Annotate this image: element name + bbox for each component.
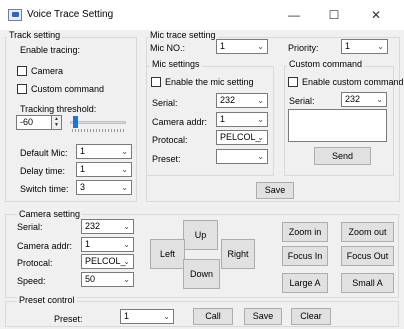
app-icon xyxy=(8,9,22,21)
enable-custom-command-label: Enable custom command xyxy=(302,77,404,87)
preset-clear-button[interactable]: Clear xyxy=(291,308,331,325)
send-button[interactable]: Send xyxy=(314,147,371,165)
mic-serial-select[interactable]: 232 ⌄ xyxy=(216,93,268,108)
mic-camera-addr-label: Camera addr: xyxy=(152,117,208,127)
preset-select[interactable]: 1 ⌄ xyxy=(120,309,174,324)
delay-time-select[interactable]: 1 ⌄ xyxy=(76,162,132,177)
custom-command-legend: Custom command xyxy=(287,59,365,69)
track-setting-legend: Track setting xyxy=(7,30,63,40)
chevron-down-icon: ⌄ xyxy=(163,312,170,321)
threshold-slider-ticks xyxy=(72,129,125,132)
default-mic-label: Default Mic: xyxy=(20,148,68,158)
custom-command-checkbox[interactable] xyxy=(17,84,27,94)
zoom-out-button[interactable]: Zoom out xyxy=(341,222,394,242)
switch-time-select[interactable]: 3 ⌄ xyxy=(76,180,132,195)
preset-label: Preset: xyxy=(54,314,83,324)
chevron-down-icon: ⌄ xyxy=(376,95,383,104)
chevron-down-icon: ⌄ xyxy=(123,222,130,231)
mic-save-button[interactable]: Save xyxy=(256,182,294,199)
enable-custom-command-checkbox[interactable] xyxy=(288,77,298,87)
chevron-down-icon: ⌄ xyxy=(257,152,264,161)
mic-camera-addr-select[interactable]: 1 ⌄ xyxy=(216,112,268,127)
ptz-up-button[interactable]: Up xyxy=(183,220,218,250)
spin-down-icon[interactable]: ▼ xyxy=(52,122,61,128)
preset-save-button[interactable]: Save xyxy=(244,308,282,325)
mic-preset-label: Preset: xyxy=(152,154,181,164)
tracking-threshold-label: Tracking threshold: xyxy=(20,104,97,114)
camera-checkbox[interactable] xyxy=(17,66,27,76)
mic-no-label: Mic NO.: xyxy=(150,43,185,53)
custom-command-textarea[interactable] xyxy=(288,109,387,142)
camera-addr-select[interactable]: 1 ⌄ xyxy=(81,237,134,252)
default-mic-select[interactable]: 1 ⌄ xyxy=(76,144,132,159)
enable-mic-setting-label: Enable the mic setting xyxy=(165,77,254,87)
delay-time-label: Delay time: xyxy=(20,166,66,176)
ptz-down-button[interactable]: Down xyxy=(183,259,220,289)
focus-out-button[interactable]: Focus Out xyxy=(341,246,394,266)
title-bar[interactable]: Voice Trace Setting — ☐ ✕ xyxy=(0,0,404,30)
chevron-down-icon: ⌄ xyxy=(121,183,128,192)
custom-serial-select[interactable]: 232 ⌄ xyxy=(341,92,387,107)
camera-protocal-select[interactable]: PELCOL_ ⌄ xyxy=(81,254,134,269)
large-a-button[interactable]: Large A xyxy=(282,273,328,293)
preset-call-button[interactable]: Call xyxy=(193,308,233,325)
chevron-down-icon: ⌄ xyxy=(123,275,130,284)
enable-mic-setting-checkbox[interactable] xyxy=(151,77,161,87)
zoom-in-button[interactable]: Zoom in xyxy=(282,222,328,242)
mic-protocal-select[interactable]: PELCOL_ ⌄ xyxy=(216,130,268,145)
threshold-slider-track[interactable] xyxy=(70,121,126,124)
camera-speed-select[interactable]: 50 ⌄ xyxy=(81,272,134,287)
camera-checkbox-label: Camera xyxy=(31,66,64,76)
small-a-button[interactable]: Small A xyxy=(341,273,394,293)
camera-serial-select[interactable]: 232 ⌄ xyxy=(81,219,134,234)
chevron-down-icon: ⌄ xyxy=(121,165,128,174)
chevron-down-icon: ⌄ xyxy=(377,42,384,51)
priority-select[interactable]: 1 ⌄ xyxy=(341,39,388,54)
close-icon[interactable]: ✕ xyxy=(356,0,396,30)
priority-label: Priority: xyxy=(288,43,319,53)
chevron-down-icon: ⌄ xyxy=(257,115,264,124)
camera-protocal-label: Protocal: xyxy=(17,258,53,268)
mic-settings-legend: Mic settings xyxy=(150,59,202,69)
custom-serial-label: Serial: xyxy=(289,96,315,106)
mic-preset-select[interactable]: ⌄ xyxy=(216,149,268,164)
chevron-down-icon: ⌄ xyxy=(121,147,128,156)
maximize-icon[interactable]: ☐ xyxy=(314,0,354,30)
chevron-down-icon: ⌄ xyxy=(123,240,130,249)
switch-time-label: Switch time: xyxy=(20,184,69,194)
camera-speed-label: Speed: xyxy=(17,276,46,286)
camera-setting-legend: Camera setting xyxy=(17,209,83,219)
mic-serial-label: Serial: xyxy=(152,98,178,108)
camera-addr-label: Camera addr: xyxy=(17,241,73,251)
mic-trace-legend: Mic trace setting xyxy=(148,30,218,40)
minimize-icon[interactable]: — xyxy=(274,0,314,30)
voice-trace-window: Voice Trace Setting — ☐ ✕ Track setting … xyxy=(0,0,404,329)
mic-protocal-label: Protocal: xyxy=(152,135,188,145)
chevron-down-icon: ⌄ xyxy=(257,133,264,142)
custom-command-checkbox-label: Custom command xyxy=(31,84,105,94)
mic-no-select[interactable]: 1 ⌄ xyxy=(216,39,268,54)
chevron-down-icon: ⌄ xyxy=(257,42,264,51)
chevron-down-icon: ⌄ xyxy=(123,257,130,266)
threshold-slider-thumb[interactable] xyxy=(72,116,78,128)
ptz-right-button[interactable]: Right xyxy=(221,239,255,269)
threshold-value: -60 xyxy=(20,117,34,127)
threshold-spinner[interactable]: ▲ ▼ xyxy=(51,116,61,129)
enable-tracing-label: Enable tracing: xyxy=(20,45,81,55)
chevron-down-icon: ⌄ xyxy=(257,96,264,105)
ptz-left-button[interactable]: Left xyxy=(150,239,185,269)
preset-control-legend: Preset control xyxy=(17,295,77,305)
window-title: Voice Trace Setting xyxy=(27,9,114,20)
focus-in-button[interactable]: Focus In xyxy=(282,246,328,266)
camera-serial-label: Serial: xyxy=(17,222,43,232)
